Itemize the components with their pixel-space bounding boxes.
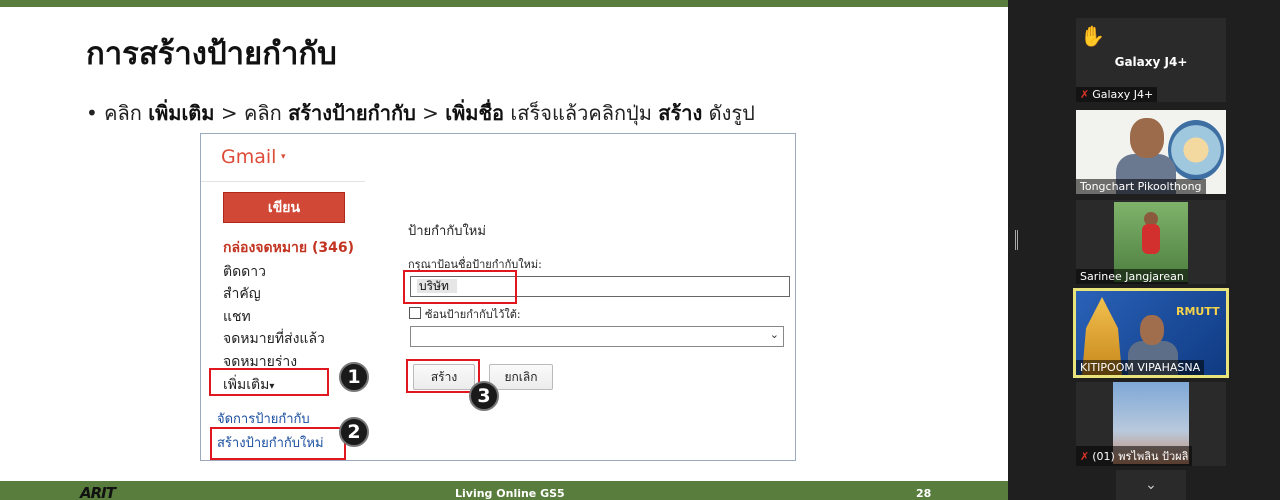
gmail-logo: Gmail xyxy=(221,146,277,168)
emblem-image xyxy=(1168,120,1224,180)
tile-name: ✗ Galaxy J4+ xyxy=(1076,87,1158,102)
nav-manage-labels[interactable]: จัดการป้ายกำกับ xyxy=(217,408,310,429)
video-tile[interactable]: ✗ (01) พรไพลิน ปัวผลิ xyxy=(1076,382,1226,466)
cancel-button[interactable]: ยกเลิก xyxy=(489,364,553,390)
participant-name: Galaxy J4+ xyxy=(1092,88,1154,101)
participant-name: (01) พรไพลิน ปัวผลิ xyxy=(1092,450,1189,463)
bullet-bold-create-label: สร้างป้ายกำกับ xyxy=(288,101,416,125)
nav-important[interactable]: สำคัญ xyxy=(223,283,261,305)
tile-name: KITIPOOM VIPAHASNA xyxy=(1076,360,1205,375)
nest-label-text: ซ้อนป้ายกำกับไว้ใต้: xyxy=(425,308,521,321)
footer-page-number: 28 xyxy=(916,487,932,500)
screen: การสร้างป้ายกำกับ • คลิก เพิ่มเติม > คลิ… xyxy=(0,0,1280,500)
scroll-down-button[interactable]: ⌄ xyxy=(1116,470,1186,500)
chevron-down-icon: ▾ xyxy=(281,152,286,162)
compose-button[interactable]: เขียน xyxy=(223,192,345,223)
bullet-dot: • xyxy=(86,101,98,125)
nav-inbox[interactable]: กล่องจดหมาย (346) xyxy=(223,237,354,259)
highlight-box-name xyxy=(403,270,517,304)
bullet-text: เสร็จแล้วคลิกปุ่ม xyxy=(504,101,659,125)
slide-bullet: • คลิก เพิ่มเติม > คลิก สร้างป้ายกำกับ >… xyxy=(86,97,755,129)
person-face xyxy=(1130,118,1164,158)
nav-sent[interactable]: จดหมายที่ส่งแล้ว xyxy=(223,328,325,350)
divider xyxy=(201,181,365,182)
highlight-box-more xyxy=(209,368,329,396)
slide-top-bar xyxy=(0,0,1008,7)
bullet-bold-add-name: เพิ่มชื่อ xyxy=(445,101,505,125)
video-tile[interactable]: Tongchart Pikoolthong xyxy=(1076,110,1226,194)
bullet-text: > xyxy=(415,101,446,125)
bullet-bold-create: สร้าง xyxy=(658,101,703,125)
tile-name: Tongchart Pikoolthong xyxy=(1076,179,1206,194)
panel-resize-handle[interactable] xyxy=(1015,230,1018,250)
person-body xyxy=(1142,224,1160,254)
video-tile[interactable]: Sarinee Jangjarean xyxy=(1076,200,1226,284)
chevron-down-icon: ⌄ xyxy=(769,328,779,341)
presentation-slide: การสร้างป้ายกำกับ • คลิก เพิ่มเติม > คลิ… xyxy=(0,0,1008,500)
banner-text: RMUTT xyxy=(1176,305,1220,318)
bullet-text: คลิก xyxy=(104,101,149,125)
person-face xyxy=(1140,315,1164,345)
highlight-box-create xyxy=(406,359,480,393)
footer-logo: ARIT xyxy=(80,484,116,500)
step-marker-1: 1 xyxy=(339,362,369,392)
step-marker-2: 2 xyxy=(339,417,369,447)
video-tile-highlighted[interactable]: RMUTT KITIPOOM VIPAHASNA xyxy=(1073,288,1229,378)
gmail-screenshot: Gmail ▾ เขียน กล่องจดหมาย (346) ติดดาว ส… xyxy=(200,133,796,461)
chevron-down-icon: ⌄ xyxy=(1145,477,1157,493)
tile-name: Sarinee Jangjarean xyxy=(1076,269,1188,284)
parent-label-select[interactable]: ⌄ xyxy=(410,326,784,347)
tile-name: ✗ (01) พรไพลิน ปัวผลิ xyxy=(1076,446,1193,466)
bullet-text: > คลิก xyxy=(214,101,289,125)
footer-title: Living Online GS5 xyxy=(455,487,565,500)
active-speaker-name: Galaxy J4+ xyxy=(1114,55,1188,69)
dialog-title: ป้ายกำกับใหม่ xyxy=(408,224,486,239)
raised-hand-icon: ✋ xyxy=(1080,24,1105,48)
bullet-text: ดังรูป xyxy=(702,101,755,125)
mic-muted-icon: ✗ xyxy=(1080,88,1090,101)
highlight-box-create-label xyxy=(210,427,346,460)
nav-starred[interactable]: ติดดาว xyxy=(223,261,266,283)
step-marker-3: 3 xyxy=(469,381,499,411)
slide-title: การสร้างป้ายกำกับ xyxy=(86,36,337,72)
mic-muted-icon: ✗ xyxy=(1080,450,1090,463)
bullet-bold-more: เพิ่มเติม xyxy=(148,101,215,125)
nav-chat[interactable]: แชท xyxy=(223,306,251,328)
nest-label-checkbox[interactable] xyxy=(409,307,421,319)
